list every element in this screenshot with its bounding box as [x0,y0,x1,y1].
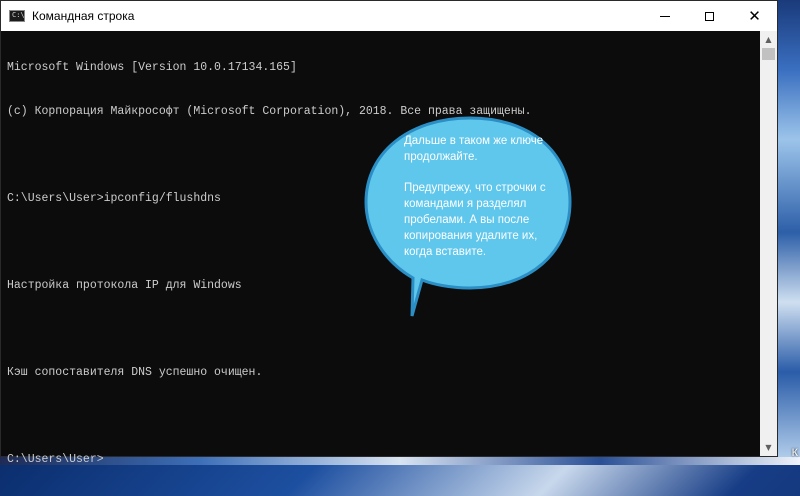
scroll-up-icon[interactable]: ▲ [760,31,777,48]
console-line: Microsoft Windows [Version 10.0.17134.16… [7,61,297,74]
speech-bubble-callout: Дальше в таком же ключе продолжайте. Пре… [360,110,575,320]
vertical-scrollbar[interactable]: ▲ ▼ [760,31,777,456]
desktop-icon-label[interactable]: К [792,447,798,459]
scroll-thumb[interactable] [762,48,775,60]
callout-paragraph: Дальше в таком же ключе продолжайте. [404,135,544,163]
minimize-button[interactable] [642,1,687,31]
window-title: Командная строка [32,9,135,23]
cmd-app-icon-label: C:\ [12,11,25,19]
cmd-app-icon[interactable]: C:\ [9,10,25,22]
desktop-wallpaper-right [778,0,800,465]
maximize-button[interactable] [687,1,732,31]
title-bar[interactable]: C:\ Командная строка ✕ [1,1,777,31]
console-line: Кэш сопоставителя DNS успешно очищен. [7,365,263,379]
scroll-down-icon[interactable]: ▼ [760,439,777,456]
close-icon: ✕ [748,6,761,25]
close-button[interactable]: ✕ [732,1,777,31]
callout-text: Дальше в таком же ключе продолжайте. Пре… [404,133,564,275]
window-controls: ✕ [642,1,777,31]
minimize-icon [659,15,670,17]
maximize-icon [705,11,714,21]
callout-paragraph: Предупрежу, что строчки с командами я ра… [404,182,546,258]
